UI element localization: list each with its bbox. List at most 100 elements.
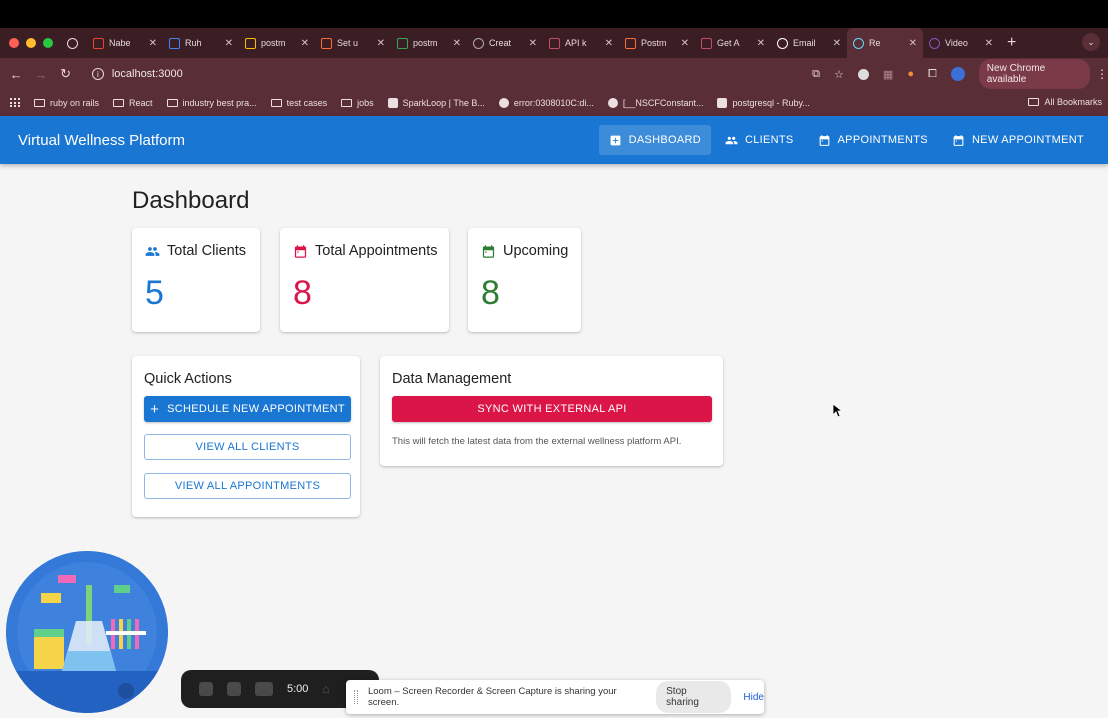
browser-tab[interactable]: postm ✕ [391,28,467,58]
loom-camera-bubble[interactable] [6,551,168,713]
maximize-window-button[interactable] [43,38,53,48]
schedule-new-appointment-button[interactable]: + SCHEDULE NEW APPOINTMENT [144,396,351,422]
apps-grid-icon[interactable] [10,98,20,108]
stop-sharing-button[interactable]: Stop sharing [656,681,732,713]
new-chrome-available-button[interactable]: New Chrome available [978,59,1090,89]
hide-button[interactable]: Hide [743,692,764,703]
close-tab-icon[interactable]: ✕ [605,38,613,49]
site-info-icon[interactable]: i [91,68,104,80]
stop-recording-icon[interactable] [199,682,213,696]
new-tab-button[interactable]: + [1007,34,1016,52]
screen-sharing-bar: Loom – Screen Recorder & Screen Capture … [346,680,764,714]
forward-button[interactable]: → [29,67,54,82]
delete-recording-icon[interactable]: ⌂ [322,682,329,696]
app-brand[interactable]: Virtual Wellness Platform [18,132,185,149]
close-tab-icon[interactable]: ✕ [529,38,537,49]
browser-tab[interactable] [61,28,87,58]
close-tab-icon[interactable]: ✕ [985,38,993,49]
bookmarks-bar: ruby on rails React industry best pra... te… [0,90,1108,116]
extension-icon[interactable] [857,68,869,80]
nav-clients[interactable]: CLIENTS [715,125,804,155]
bookmark-item[interactable]: React [113,98,153,108]
folder-icon [341,99,353,107]
bookmark-item[interactable]: [__NSCFConstant... [607,98,703,108]
browser-tab[interactable]: Get A ✕ [695,28,771,58]
browser-tabstrip: Nabe ✕ Ruh ✕ postm ✕ Set u ✕ postm ✕ Creat ✕ API k ✕ P… [0,28,1108,58]
close-tab-icon[interactable]: ✕ [757,38,765,49]
recording-icon [67,37,78,49]
tab-title: postm [261,38,286,48]
browser-tab[interactable]: Video ✕ [923,28,999,58]
bookmark-item[interactable]: test cases [270,98,327,108]
drag-handle-icon[interactable] [354,690,358,704]
browser-tab[interactable]: Ruh ✕ [163,28,239,58]
stat-label: Total Appointments [315,243,438,259]
quick-actions-title: Quick Actions [144,371,232,387]
stat-header: Upcoming [481,243,568,259]
browser-tab[interactable]: Re ✕ [847,28,923,58]
close-tab-icon[interactable]: ✕ [149,38,157,49]
folder-icon [166,99,178,107]
close-tab-icon[interactable]: ✕ [681,38,689,49]
api-icon [549,37,560,49]
browser-tab[interactable]: API k ✕ [543,28,619,58]
close-tab-icon[interactable]: ✕ [377,38,385,49]
close-tab-icon[interactable]: ✕ [453,38,461,49]
address-bar[interactable]: i localhost:3000 [91,62,792,86]
reload-button[interactable]: ↻ [53,66,78,82]
back-button[interactable]: ← [4,67,29,82]
close-tab-icon[interactable]: ✕ [301,38,309,49]
bookmark-item[interactable]: postgresql - Ruby... [717,98,810,108]
tab-title: Creat [489,38,512,48]
sharing-message: Loom – Screen Recorder & Screen Capture … [367,686,617,708]
minimize-window-button[interactable] [26,38,36,48]
bookmark-item[interactable]: ruby on rails [34,98,99,108]
tab-search-icon[interactable]: ⌄ [1082,33,1100,51]
folder-icon [1028,98,1040,106]
all-bookmarks-label: All Bookmarks [1044,97,1102,107]
view-all-appointments-button[interactable]: VIEW ALL APPOINTMENTS [144,473,351,499]
install-app-icon[interactable]: ⧉ [812,68,820,81]
os-menu-bar [0,0,1108,28]
nav-new-appointment[interactable]: NEW APPOINTMENT [942,125,1094,155]
mouse-cursor-icon [833,404,843,418]
chrome-menu-icon[interactable]: ⋮ [1096,67,1108,81]
tab-title: Get A [717,38,740,48]
bookmark-star-icon[interactable]: ☆ [834,68,844,81]
pause-icon[interactable] [227,682,241,696]
browser-tab[interactable]: Email ✕ [771,28,847,58]
tab-title: Email [793,38,816,48]
close-tab-icon[interactable]: ✕ [909,38,917,49]
stat-value: 8 [293,274,312,312]
all-bookmarks-button[interactable]: All Bookmarks [1028,97,1102,107]
restart-icon[interactable] [255,682,273,696]
profile-avatar-icon[interactable] [950,67,965,81]
tab-title: Postm [641,38,667,48]
view-all-clients-button[interactable]: VIEW ALL CLIENTS [144,434,351,460]
calendar-icon [953,134,964,146]
folder-icon [34,99,45,107]
browser-tab[interactable]: postm ✕ [239,28,315,58]
sync-helper-text: This will fetch the latest data from the… [392,436,682,447]
extension-icon[interactable]: ▦ [883,68,893,81]
close-window-button[interactable] [9,38,19,48]
nav-appointments[interactable]: APPOINTMENTS [808,125,938,155]
bookmark-label: industry best pra... [182,98,257,108]
browser-tab[interactable]: Postm ✕ [619,28,695,58]
bookmark-item[interactable]: error:0308010C:di... [498,98,594,108]
bookmark-item[interactable]: SparkLoop | The B... [387,98,485,108]
nav-dashboard[interactable]: DASHBOARD [598,125,711,155]
extensions-puzzle-icon[interactable]: ⧠ [928,68,937,81]
close-tab-icon[interactable]: ✕ [833,38,841,49]
close-tab-icon[interactable]: ✕ [225,38,233,49]
browser-tab[interactable]: Set u ✕ [315,28,391,58]
browser-tab[interactable]: Nabe ✕ [87,28,163,58]
browser-tab[interactable]: Creat ✕ [467,28,543,58]
bookmark-item[interactable]: industry best pra... [166,98,257,108]
extension-fox-icon[interactable]: ● [907,68,914,80]
sync-external-api-button[interactable]: SYNC WITH EXTERNAL API [392,396,712,422]
nav-appointments-label: APPOINTMENTS [837,134,928,146]
url-text: localhost:3000 [111,68,183,80]
github-icon [777,37,788,49]
bookmark-item[interactable]: jobs [341,98,374,108]
